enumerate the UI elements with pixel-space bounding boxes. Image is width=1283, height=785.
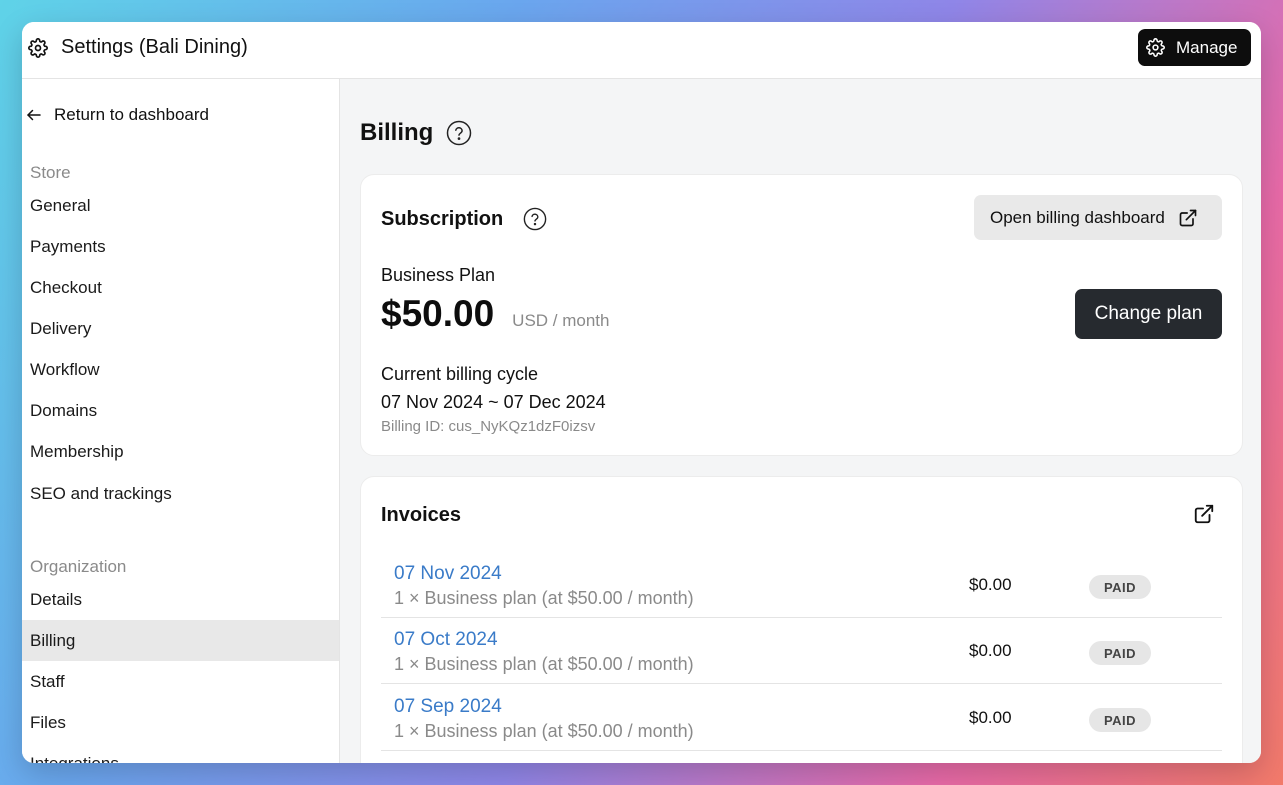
sidebar-item-membership[interactable]: Membership — [22, 431, 339, 472]
sidebar-item-domains[interactable]: Domains — [22, 390, 339, 431]
sidebar-item-integrations[interactable]: Integrations — [22, 743, 339, 764]
plan-period: USD / month — [512, 311, 610, 330]
invoice-row: 07 Sep 2024 1 × Business plan (at $50.00… — [381, 685, 1222, 751]
sidebar-item-checkout[interactable]: Checkout — [22, 267, 339, 308]
sidebar: Return to dashboard Store General Paymen… — [22, 79, 340, 763]
sidebar-heading-organization: Organization — [30, 557, 127, 576]
open-billing-dashboard-label: Open billing dashboard — [990, 207, 1165, 227]
price-row: $50.00 USD / month — [381, 293, 609, 335]
invoice-description: 1 × Business plan (at $50.00 / month) — [394, 588, 694, 608]
return-to-dashboard-link[interactable]: Return to dashboard — [25, 105, 209, 125]
subscription-card: Subscription Open billing dashboard Busi… — [360, 174, 1243, 456]
return-to-dashboard-label: Return to dashboard — [54, 105, 209, 124]
sidebar-heading-store: Store — [30, 163, 71, 182]
sidebar-item-billing[interactable]: Billing — [22, 620, 339, 661]
help-circle-icon[interactable] — [446, 120, 472, 146]
page-title-text: Billing — [360, 119, 434, 146]
sidebar-item-seo-and-trackings[interactable]: SEO and trackings — [22, 473, 339, 514]
invoice-date-link[interactable]: 07 Oct 2024 — [394, 629, 498, 651]
main-content: Billing Subscription Open billing dashbo… — [340, 79, 1261, 763]
sidebar-item-workflow[interactable]: Workflow — [22, 349, 339, 390]
gear-icon — [28, 38, 48, 58]
sidebar-item-details[interactable]: Details — [22, 579, 339, 620]
open-billing-dashboard-button[interactable]: Open billing dashboard — [974, 195, 1222, 240]
invoice-amount: $0.00 — [969, 641, 1012, 660]
invoice-row: 07 Oct 2024 1 × Business plan (at $50.00… — [381, 618, 1222, 684]
external-link-icon — [1179, 209, 1197, 226]
sidebar-item-general[interactable]: General — [22, 185, 339, 226]
invoice-row: 07 Nov 2024 1 × Business plan (at $50.00… — [381, 552, 1222, 618]
status-badge: PAID — [1089, 575, 1151, 599]
sidebar-item-staff[interactable]: Staff — [22, 661, 339, 702]
page-header-title: Settings (Bali Dining) — [61, 36, 248, 58]
invoices-card: Invoices 07 Nov 2024 1 × Business plan (… — [360, 476, 1243, 763]
invoice-amount: $0.00 — [969, 575, 1012, 594]
sidebar-item-payments[interactable]: Payments — [22, 226, 339, 267]
invoice-description: 1 × Business plan (at $50.00 / month) — [394, 721, 694, 741]
arrow-left-icon — [27, 109, 41, 121]
sidebar-item-delivery[interactable]: Delivery — [22, 308, 339, 349]
page-title: Billing — [360, 119, 472, 147]
invoices-title: Invoices — [381, 504, 462, 526]
manage-button-label: Manage — [1176, 37, 1238, 57]
subscription-title-text: Subscription — [381, 207, 504, 230]
external-link-icon[interactable] — [1193, 503, 1215, 525]
top-bar: Settings (Bali Dining) Manage — [22, 22, 1261, 79]
sidebar-item-files[interactable]: Files — [22, 702, 339, 743]
invoice-date-link[interactable]: 07 Nov 2024 — [394, 563, 502, 585]
status-badge: PAID — [1089, 641, 1151, 665]
gear-icon — [1146, 38, 1165, 57]
invoice-date-link[interactable]: 07 Sep 2024 — [394, 696, 502, 718]
manage-button[interactable]: Manage — [1138, 29, 1251, 66]
billing-cycle-label: Current billing cycle — [381, 364, 539, 384]
invoice-amount: $0.00 — [969, 708, 1012, 727]
plan-price: $50.00 — [381, 293, 495, 334]
billing-id: Billing ID: cus_NyKQz1dzF0izsv — [381, 418, 596, 435]
help-circle-icon[interactable] — [523, 207, 547, 231]
plan-name: Business Plan — [381, 265, 496, 285]
change-plan-button[interactable]: Change plan — [1075, 289, 1222, 339]
invoice-description: 1 × Business plan (at $50.00 / month) — [394, 654, 694, 674]
subscription-title: Subscription — [381, 207, 547, 231]
status-badge: PAID — [1089, 708, 1151, 732]
billing-cycle-dates: 07 Nov 2024 ~ 07 Dec 2024 — [381, 392, 606, 412]
app-window: Settings (Bali Dining) Manage Return to … — [22, 22, 1261, 763]
